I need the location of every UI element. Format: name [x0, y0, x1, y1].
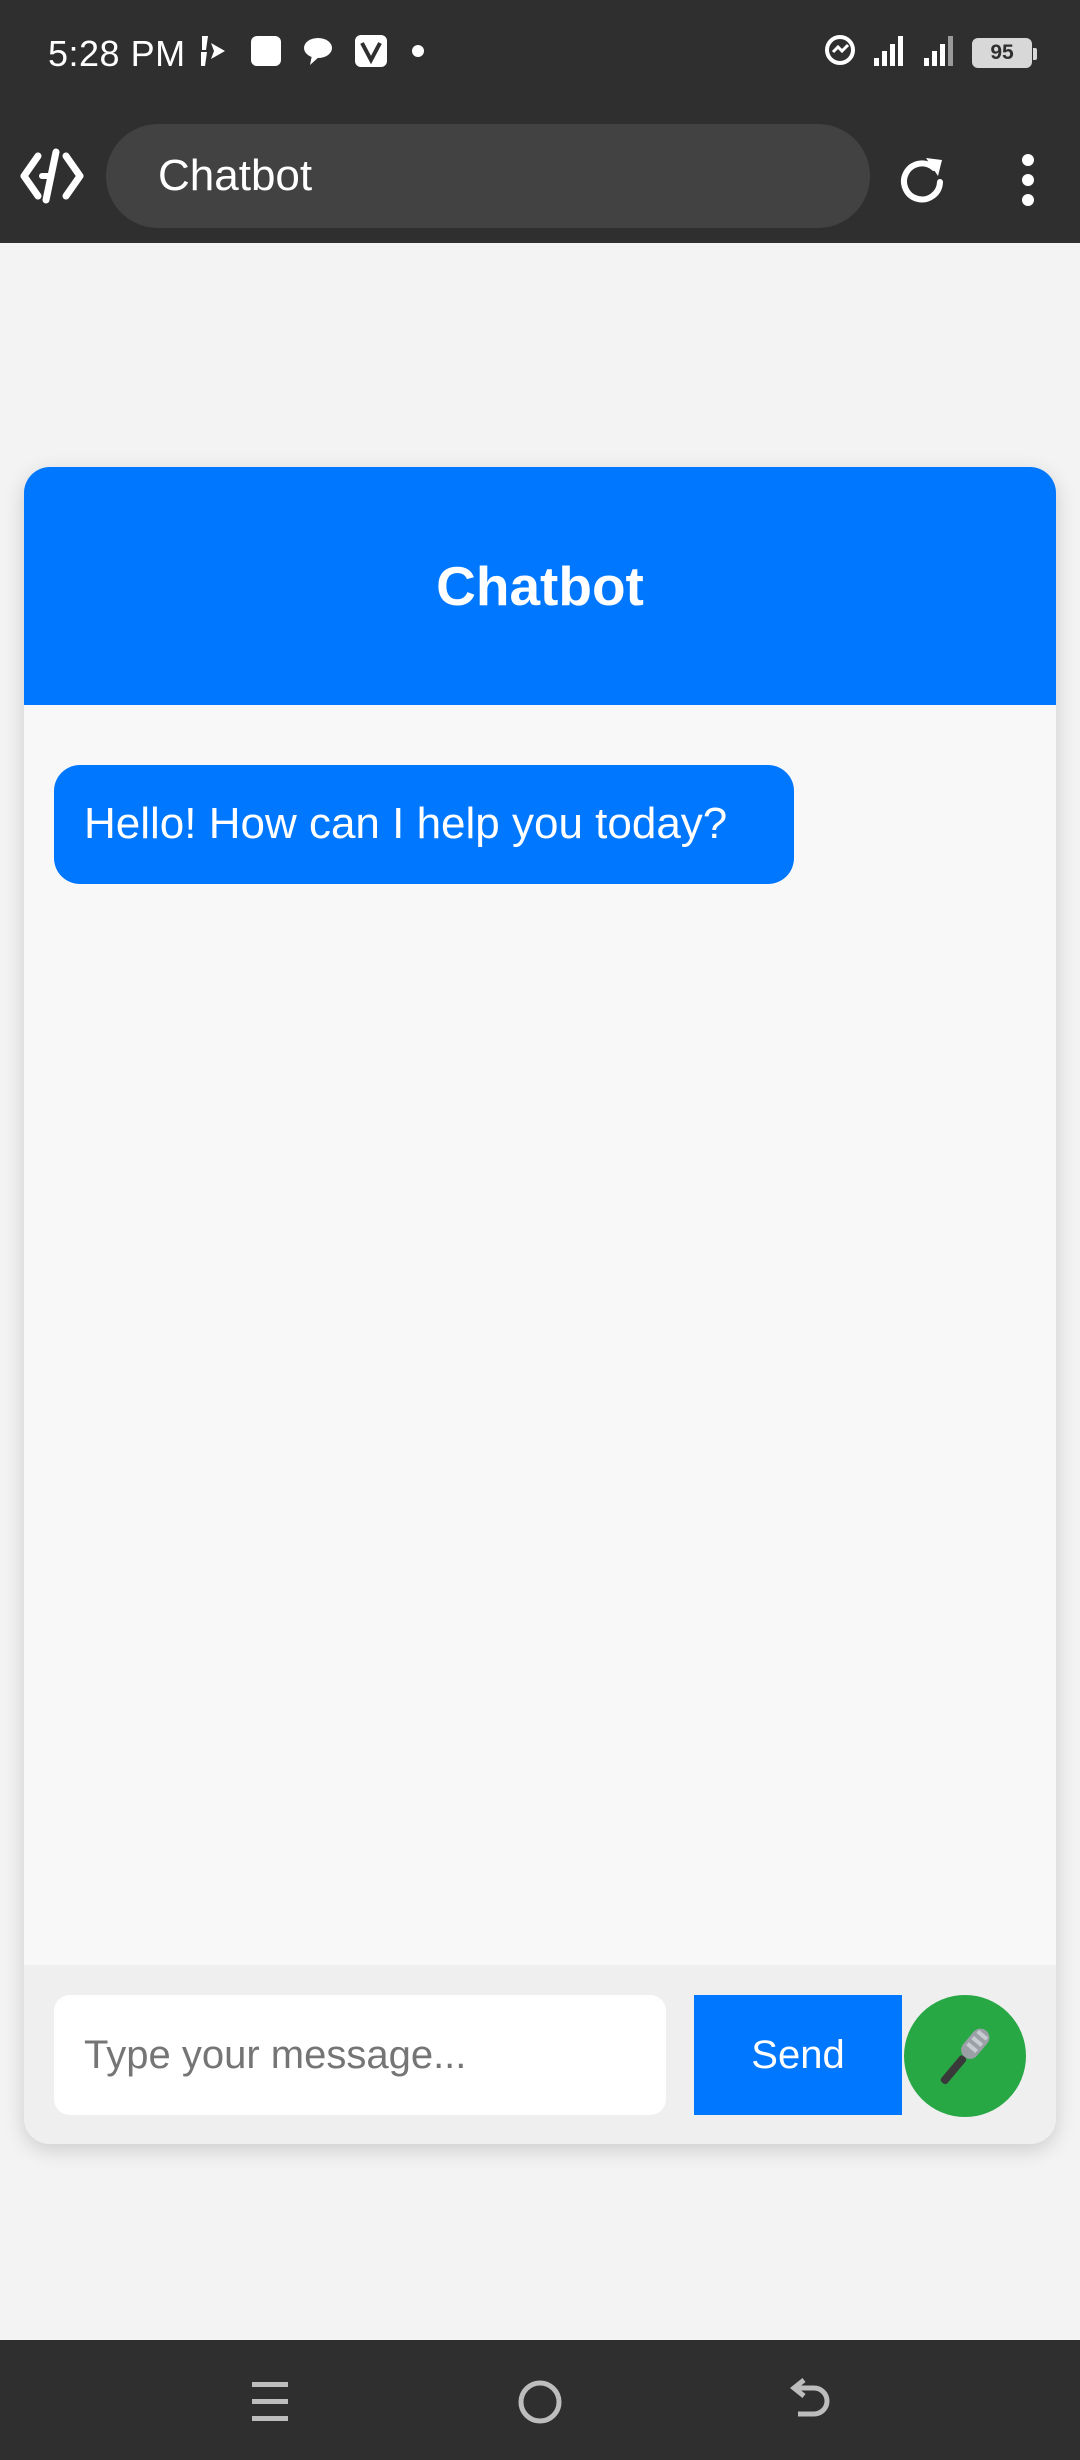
reload-icon[interactable]: [890, 150, 954, 214]
address-bar-text: Chatbot: [158, 151, 313, 200]
mic-button[interactable]: [904, 1995, 1026, 2117]
system-status-icons: 95: [822, 32, 1037, 73]
chat-bubble-icon: [302, 35, 334, 72]
status-bar: 5:28 PM 95: [0, 0, 1080, 110]
send-button[interactable]: Send: [694, 1995, 902, 2115]
square-notification-icon: [250, 35, 282, 72]
system-nav-bar: [0, 2340, 1080, 2460]
message-input[interactable]: [54, 1995, 666, 2115]
address-bar[interactable]: Chatbot: [106, 124, 870, 228]
battery-icon: 95: [972, 37, 1037, 68]
code-brackets-logo-icon[interactable]: [20, 148, 84, 204]
status-time: 5:28 PM: [48, 33, 186, 74]
signal-2-icon: [922, 32, 958, 73]
chat-messages[interactable]: Hello! How can I help you today?: [24, 705, 1056, 2144]
chat-header-title: Chatbot: [24, 467, 1056, 705]
chat-input-area: Send: [24, 1965, 1056, 2144]
microphone-icon: [904, 2028, 1026, 2120]
bot-message: Hello! How can I help you today?: [54, 765, 794, 884]
dot-icon: [408, 41, 428, 66]
bolt-app-icon: [198, 34, 230, 73]
more-vertical-icon[interactable]: [1000, 148, 1056, 212]
home-circle-icon[interactable]: [512, 2374, 568, 2430]
data-saver-icon: [822, 32, 858, 73]
chat-container: Chatbot Hello! How can I help you today?…: [24, 467, 1056, 2144]
v-app-icon: [354, 34, 388, 73]
browser-toolbar: Chatbot: [0, 110, 1080, 243]
notification-icons: [198, 34, 428, 73]
back-arrow-icon[interactable]: [782, 2374, 838, 2430]
menu-lines-icon[interactable]: [242, 2374, 298, 2430]
signal-1-icon: [872, 32, 908, 73]
